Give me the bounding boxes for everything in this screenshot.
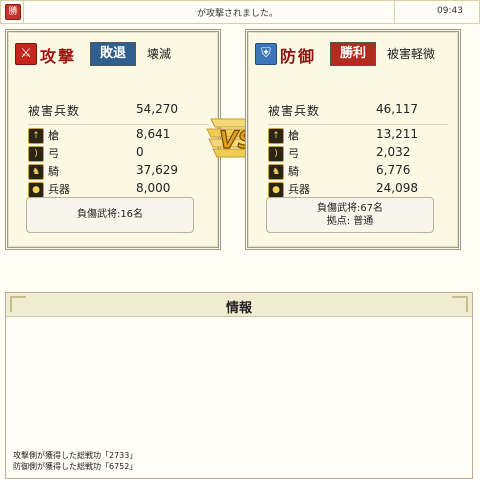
unit-label: 騎 <box>288 165 299 178</box>
divider <box>23 1 24 23</box>
total-losses-value: 46,117 <box>376 102 418 116</box>
total-losses-row: 被害兵数 46,117 <box>268 102 448 125</box>
defender-header: ⛨ 防御 勝利 被害軽微 <box>255 42 449 66</box>
bow-icon: ) <box>28 146 44 162</box>
bow-icon: ) <box>268 146 284 162</box>
unit-label: 兵器 <box>288 183 310 196</box>
unit-row-cavalry: ♞ 騎 37,629 <box>28 163 208 181</box>
notification-bar: 勝 が攻撃されました。 09:43 <box>0 0 480 24</box>
unit-label: 槍 <box>48 129 59 142</box>
unit-value: 24,098 <box>376 181 418 195</box>
total-losses-value: 54,270 <box>136 102 178 116</box>
horse-icon: ♞ <box>268 164 284 180</box>
unit-value: 6,776 <box>376 163 411 177</box>
unit-label: 兵器 <box>48 183 70 196</box>
unit-label: 槍 <box>288 129 299 142</box>
unit-label: 弓 <box>48 147 59 160</box>
divider <box>394 1 395 23</box>
unit-label: 騎 <box>48 165 59 178</box>
unit-row-bow: ) 弓 0 <box>28 145 208 163</box>
shield-icon: ⛨ <box>255 43 277 65</box>
attacker-side-label: 攻撃 <box>40 47 77 66</box>
total-losses-label: 被害兵数 <box>28 104 81 118</box>
info-title: 情報 <box>225 301 252 316</box>
info-header: 情報 <box>6 293 472 317</box>
attacker-info-box: 負傷武将:16名 <box>26 197 194 233</box>
defender-info-box: 負傷武将:67名 拠点: 普通 <box>266 197 434 233</box>
defender-panel: ⛨ 防御 勝利 被害軽微 被害兵数 46,117 ↑ 槍 13,211 ) 弓 … <box>245 29 461 250</box>
injured-generals-text: 負傷武将:67名 <box>316 203 384 214</box>
unit-value: 8,641 <box>136 127 171 141</box>
siege-icon: ● <box>28 182 44 198</box>
defender-side-label: 防御 <box>280 47 317 66</box>
defender-stats: 被害兵数 46,117 ↑ 槍 13,211 ) 弓 2,032 ♞ 騎 6,7… <box>268 102 448 199</box>
attacker-stats: 被害兵数 54,270 ↑ 槍 8,641 ) 弓 0 ♞ 騎 37,629 ●… <box>28 102 208 199</box>
unit-row-cavalry: ♞ 騎 6,776 <box>268 163 448 181</box>
spear-icon: ↑ <box>268 128 284 144</box>
unit-row-spear: ↑ 槍 13,211 <box>268 127 448 145</box>
unit-value: 13,211 <box>376 127 418 141</box>
unit-value: 37,629 <box>136 163 178 177</box>
corner-ornament <box>452 296 468 312</box>
siege-icon: ● <box>268 182 284 198</box>
attacker-header: ⚔ 攻撃 敗退 壊滅 <box>15 42 209 66</box>
defender-summary: 被害軽微 <box>387 47 436 61</box>
unit-row-spear: ↑ 槍 8,641 <box>28 127 208 145</box>
total-losses-row: 被害兵数 54,270 <box>28 102 208 125</box>
victory-badge-icon: 勝 <box>5 4 21 20</box>
unit-label: 弓 <box>288 147 299 160</box>
notification-time: 09:43 <box>437 6 463 16</box>
unit-value: 2,032 <box>376 145 411 159</box>
log-line: 攻撃側が獲得した総戦功「2733」 <box>13 451 138 460</box>
attacker-result-badge: 敗退 <box>90 42 136 66</box>
crossed-swords-icon: ⚔ <box>15 43 37 65</box>
info-section: 情報 攻撃側が獲得した総戦功「2733」 防御側が獲得した総戦功「6752」 <box>5 292 473 479</box>
notification-message: が攻撃されました。 <box>197 9 279 19</box>
base-status-text: 拠点: 普通 <box>326 216 374 227</box>
unit-row-bow: ) 弓 2,032 <box>268 145 448 163</box>
unit-value: 0 <box>136 145 144 159</box>
log-line: 防御側が獲得した総戦功「6752」 <box>13 462 138 471</box>
total-losses-label: 被害兵数 <box>268 104 321 118</box>
horse-icon: ♞ <box>28 164 44 180</box>
attacker-panel: ⚔ 攻撃 敗退 壊滅 被害兵数 54,270 ↑ 槍 8,641 ) 弓 0 ♞… <box>5 29 221 250</box>
unit-value: 8,000 <box>136 181 171 195</box>
spear-icon: ↑ <box>28 128 44 144</box>
injured-generals-text: 負傷武将:16名 <box>76 209 144 220</box>
defender-result-badge: 勝利 <box>330 42 376 66</box>
attacker-summary: 壊滅 <box>147 47 172 61</box>
